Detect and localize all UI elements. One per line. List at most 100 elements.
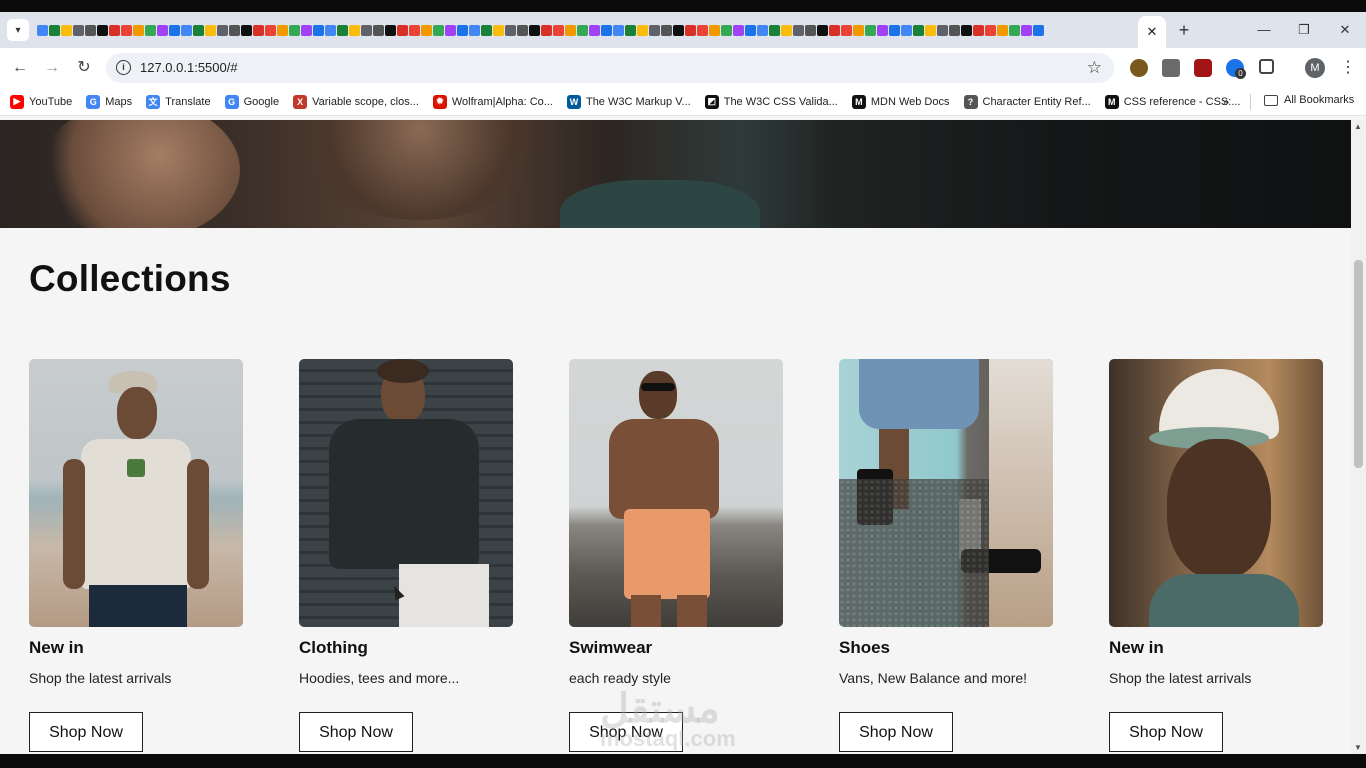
bookmark-item[interactable]: W The W3C Markup V... — [566, 94, 691, 109]
tab-favicon[interactable] — [469, 24, 480, 36]
tab-favicon[interactable] — [949, 24, 960, 36]
ublock-icon[interactable] — [1194, 59, 1212, 77]
new-tab-button[interactable]: + — [1174, 20, 1194, 40]
tab-favicon[interactable] — [697, 24, 708, 36]
shoes-photo[interactable] — [839, 359, 1053, 627]
tab-favicon[interactable] — [169, 24, 180, 36]
bookmark-item[interactable]: X Variable scope, clos... — [293, 94, 419, 109]
browser-menu-icon[interactable]: ⋮ — [1340, 57, 1356, 77]
bookmark-item[interactable]: 文 Translate — [146, 94, 211, 109]
bookmark-item[interactable]: ◩ The W3C CSS Valida... — [704, 94, 838, 109]
tab-favicon[interactable] — [157, 24, 168, 36]
minimize-button[interactable]: — — [1254, 20, 1274, 40]
tab-favicon[interactable] — [253, 24, 264, 36]
close-window-button[interactable]: ✕ — [1335, 20, 1355, 40]
tab-favicon[interactable] — [637, 24, 648, 36]
tab-favicon[interactable] — [85, 24, 96, 36]
bookmark-item[interactable]: M CSS reference - CSS:... — [1104, 94, 1240, 109]
tab-favicon[interactable] — [145, 24, 156, 36]
tab-favicon[interactable] — [877, 24, 888, 36]
shop-now-button[interactable]: Shop Now — [299, 712, 413, 752]
scroll-thumb[interactable] — [1354, 260, 1363, 468]
tab-favicon[interactable] — [397, 24, 408, 36]
address-bar[interactable]: i 127.0.0.1:5500/# ☆ — [106, 53, 1114, 83]
tab-favicon[interactable] — [229, 24, 240, 36]
tab-favicon[interactable] — [793, 24, 804, 36]
tab-favicon[interactable] — [757, 24, 768, 36]
tab-favicon[interactable] — [373, 24, 384, 36]
tab-favicon[interactable] — [541, 24, 552, 36]
forward-arrow-icon[interactable]: → — [42, 58, 62, 78]
tab-favicon[interactable] — [913, 24, 924, 36]
tab-favicon[interactable] — [457, 24, 468, 36]
tab-favicon[interactable] — [937, 24, 948, 36]
tab-favicon[interactable] — [337, 24, 348, 36]
tab-favicon[interactable] — [445, 24, 456, 36]
tab-favicon[interactable] — [313, 24, 324, 36]
new-in-portrait-photo[interactable] — [1109, 359, 1323, 627]
bookmark-star-icon[interactable]: ☆ — [1087, 58, 1102, 78]
clothing-photo[interactable] — [299, 359, 513, 627]
tab-favicon[interactable] — [985, 24, 996, 36]
tab-favicon[interactable] — [529, 24, 540, 36]
tab-favicon[interactable] — [613, 24, 624, 36]
url-text[interactable]: 127.0.0.1:5500/# — [140, 60, 238, 75]
tab-favicon[interactable] — [829, 24, 840, 36]
tab-favicon[interactable] — [865, 24, 876, 36]
tab-favicon[interactable] — [997, 24, 1008, 36]
extension-box-icon[interactable] — [1162, 59, 1180, 77]
tab-favicon[interactable] — [1009, 24, 1020, 36]
swimwear-photo[interactable] — [569, 359, 783, 627]
bookmark-item[interactable]: ✹ Wolfram|Alpha: Co... — [432, 94, 553, 109]
tab-favicon[interactable] — [553, 24, 564, 36]
tab-favicon[interactable] — [565, 24, 576, 36]
reload-icon[interactable]: ↻ — [74, 58, 94, 78]
tab-favicon[interactable] — [889, 24, 900, 36]
tab-favicon[interactable] — [661, 24, 672, 36]
scroll-down-arrow-icon[interactable]: ▼ — [1354, 743, 1362, 752]
tab-favicon[interactable] — [133, 24, 144, 36]
tab-favicon[interactable] — [517, 24, 528, 36]
profile-avatar[interactable]: M — [1305, 58, 1325, 78]
tab-favicon[interactable] — [181, 24, 192, 36]
tab-favicon[interactable] — [601, 24, 612, 36]
tab-favicon[interactable] — [505, 24, 516, 36]
tab-favicon[interactable] — [433, 24, 444, 36]
tab-favicon[interactable] — [37, 24, 48, 36]
bookmark-item[interactable]: G Google — [224, 94, 279, 109]
tab-favicon[interactable] — [193, 24, 204, 36]
tab-favicon[interactable] — [589, 24, 600, 36]
tab-favicon[interactable] — [781, 24, 792, 36]
extension-shield-icon[interactable] — [1130, 59, 1148, 77]
tab-favicon[interactable] — [709, 24, 720, 36]
tab-favicon[interactable] — [241, 24, 252, 36]
tab-favicon[interactable] — [685, 24, 696, 36]
extension-badge-icon[interactable]: 0 — [1226, 59, 1246, 79]
restore-button[interactable]: ❐ — [1294, 20, 1314, 40]
tab-favicon[interactable] — [421, 24, 432, 36]
tab-favicon[interactable] — [301, 24, 312, 36]
site-info-icon[interactable]: i — [116, 60, 131, 75]
tab-favicon[interactable] — [901, 24, 912, 36]
bookmark-item[interactable]: ? Character Entity Ref... — [963, 94, 1091, 109]
back-arrow-icon[interactable]: ← — [10, 58, 30, 78]
tab-favicon[interactable] — [1021, 24, 1032, 36]
tab-favicon[interactable] — [649, 24, 660, 36]
active-tab[interactable]: ✕ — [1138, 16, 1166, 48]
bookmark-item[interactable]: M MDN Web Docs — [851, 94, 950, 109]
tab-search-chevron-icon[interactable]: ▾ — [7, 19, 29, 41]
tab-favicon[interactable] — [841, 24, 852, 36]
tab-favicon[interactable] — [733, 24, 744, 36]
tab-favicon[interactable] — [577, 24, 588, 36]
tab-favicon[interactable] — [385, 24, 396, 36]
tab-favicon[interactable] — [625, 24, 636, 36]
tab-favicon[interactable] — [721, 24, 732, 36]
tab-favicon[interactable] — [409, 24, 420, 36]
tab-favicon[interactable] — [61, 24, 72, 36]
tab-favicon[interactable] — [745, 24, 756, 36]
close-tab-icon[interactable]: ✕ — [1147, 24, 1158, 40]
tab-favicon[interactable] — [325, 24, 336, 36]
tab-favicon[interactable] — [361, 24, 372, 36]
tab-favicon[interactable] — [205, 24, 216, 36]
tab-favicon[interactable] — [121, 24, 132, 36]
